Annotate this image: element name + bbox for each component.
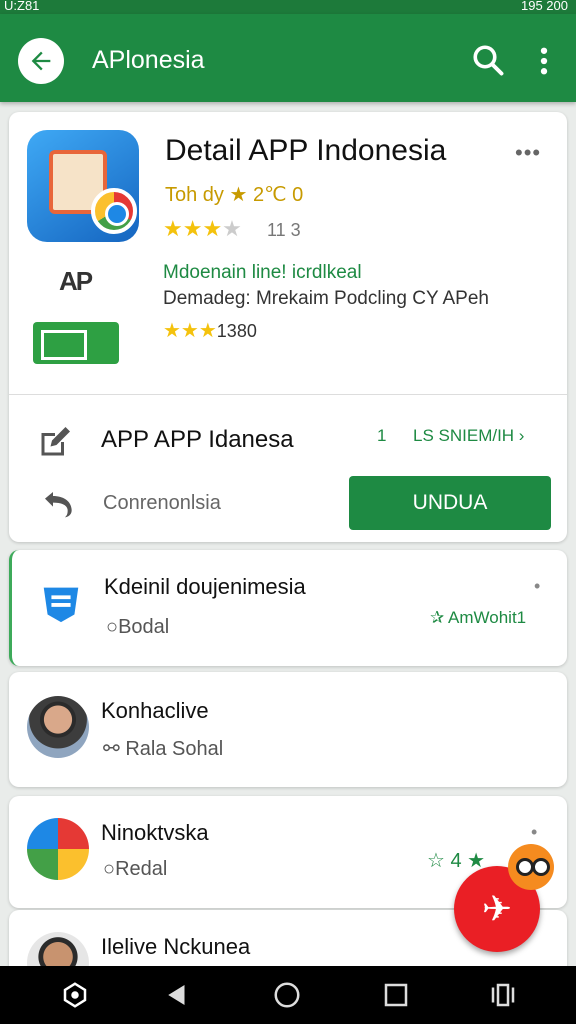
circle-icon: ○: [103, 858, 116, 880]
app-subtitle: Mdoenain line! icrdlkeal: [163, 262, 362, 283]
link-icon: ⚯: [103, 738, 120, 760]
star-empty-icon: ★: [222, 216, 242, 241]
today-value: 2℃ 0: [253, 184, 304, 206]
app-detail-card: AP Detail APP Indonesia ••• Toh dy ★ 2℃ …: [9, 112, 567, 542]
list-item-title: Konhaclive: [101, 698, 209, 723]
list-item-badge: ✰ AmWohit1: [430, 608, 527, 627]
app-bar: APlonesia: [0, 14, 576, 102]
app-name-label: APP APP Idanesa: [101, 426, 294, 453]
undo-icon[interactable]: [39, 488, 83, 520]
back-button[interactable]: [18, 38, 64, 84]
app-icon: [27, 130, 139, 242]
secondary-rating: ★★★1380: [163, 318, 257, 343]
back-nav-icon[interactable]: [162, 980, 192, 1010]
screenshot-icon[interactable]: [488, 980, 518, 1010]
more-vert-icon[interactable]: [534, 44, 554, 78]
list-item-subtitle: ○Redal: [103, 858, 168, 880]
star-icon: ★★★: [163, 320, 217, 342]
list-item-title: Ilelive Nckunea: [101, 934, 251, 959]
avatar: [27, 696, 89, 758]
search-icon[interactable]: [470, 42, 506, 78]
airplane-icon: ✈: [481, 888, 513, 929]
list-item[interactable]: Konhaclive ⚯ Rala Sohal: [9, 672, 567, 787]
status-time: U:Z81: [4, 0, 40, 13]
developer-label: Demadeg: Mrekaim Podcling CY APeh: [163, 288, 489, 309]
circle-icon: ○: [106, 616, 119, 638]
green-logo-icon: [33, 322, 119, 364]
download-button[interactable]: UNDUA: [349, 476, 551, 530]
shield-app-icon: [43, 587, 79, 623]
list-item[interactable]: Kdeinil doujenimesia ○Bodal • ✰ AmWohit1: [9, 550, 567, 666]
star-icon: ★: [229, 184, 248, 206]
list-item-subtitle: ⚯ Rala Sohal: [103, 738, 224, 760]
arrow-left-icon: [31, 51, 51, 71]
today-info: Toh dy ★ 2℃ 0: [165, 182, 303, 207]
rating-stars: ★★★★: [163, 216, 242, 242]
system-nav-bar: [0, 966, 576, 1024]
see-all-link[interactable]: LS SNIEM/IH ›: [413, 426, 524, 446]
edit-icon[interactable]: [37, 424, 73, 460]
list-item-subtitle: ○Bodal: [106, 616, 170, 638]
list-item-dot: •: [531, 822, 538, 842]
list-item-title: Ninoktvska: [101, 820, 209, 845]
list-item-title: Kdeinil doujenimesia: [104, 574, 306, 599]
convert-label: Conrenonlsia: [103, 492, 221, 514]
chrome-icon: [91, 188, 137, 234]
rating-count: 11 3: [267, 220, 301, 240]
card-overflow-button[interactable]: •••: [515, 140, 541, 166]
home-icon[interactable]: [272, 980, 302, 1010]
star-icon: ★★★: [163, 216, 223, 241]
app-icon: [27, 818, 89, 880]
ap-logo: AP: [59, 266, 93, 296]
today-label: Toh dy: [165, 184, 224, 206]
status-bar: U:Z81 195 200: [0, 0, 576, 14]
count-label: 1: [377, 426, 387, 445]
assistant-icon[interactable]: [60, 980, 90, 1010]
divider: [9, 394, 567, 395]
status-indicators: 195 200: [521, 0, 568, 13]
mascot-icon: [508, 844, 554, 890]
list-item-dot: •: [534, 576, 541, 596]
stars-count: 1380: [216, 321, 257, 341]
list-item-badge: ☆ 4 ★: [427, 850, 486, 872]
recents-icon[interactable]: [381, 980, 411, 1010]
app-title: Detail APP Indonesia: [165, 134, 447, 167]
app-bar-title: APlonesia: [92, 46, 205, 74]
